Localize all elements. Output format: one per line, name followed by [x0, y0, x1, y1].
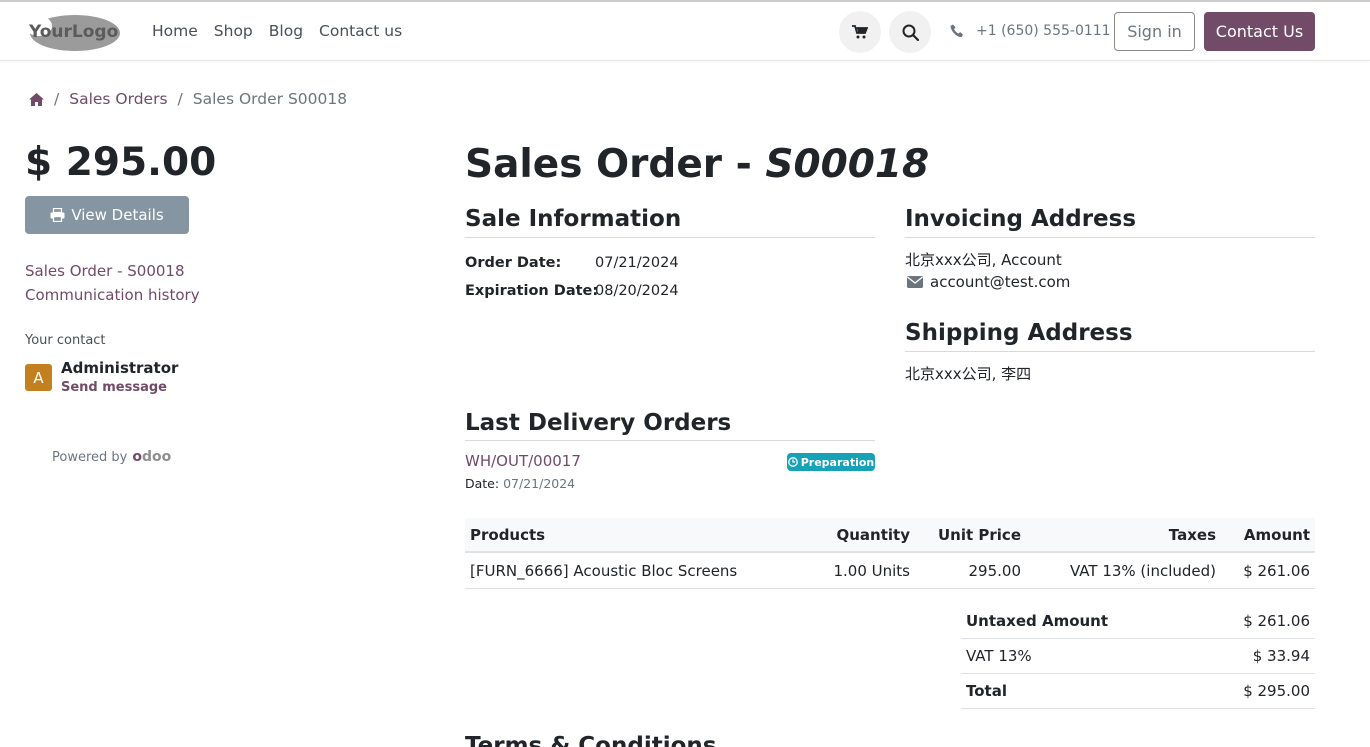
invoicing-address-heading: Invoicing Address — [905, 206, 1137, 232]
sale-information-heading: Sale Information — [465, 206, 682, 232]
your-contact-label: Your contact — [25, 333, 106, 348]
envelope-icon — [907, 276, 923, 288]
logo-text: YourLogo — [28, 22, 118, 42]
expiration-date-label: Expiration Date: — [465, 283, 599, 299]
odoo-logo: odoo — [132, 449, 171, 465]
vat-value: $ 33.94 — [1252, 647, 1310, 665]
order-date-value: 07/21/2024 — [595, 255, 679, 271]
untaxed-amount-row: Untaxed Amount $ 261.06 — [961, 604, 1315, 639]
powered-by-label: Powered by — [52, 449, 128, 465]
column-header-products: Products — [470, 526, 546, 544]
page-title: Sales Order - S00018 — [465, 142, 929, 187]
divider — [465, 237, 875, 238]
odoo-logo-accent: o — [132, 449, 142, 465]
total-label: Total — [966, 682, 1007, 700]
column-header-quantity: Quantity — [836, 526, 911, 544]
untaxed-amount-value: $ 261.06 — [1243, 612, 1310, 630]
table-row: [FURN_6666] Acoustic Bloc Screens 1.00 U… — [465, 553, 1315, 589]
divider — [465, 440, 875, 441]
contact-name: Administrator — [61, 359, 179, 377]
shipping-address-heading: Shipping Address — [905, 320, 1133, 346]
delivery-date-label: Date: — [465, 476, 500, 491]
untaxed-amount-label: Untaxed Amount — [966, 612, 1109, 630]
cell-taxes: VAT 13% (included) — [1069, 562, 1216, 580]
divider — [905, 351, 1315, 352]
total-value: $ 295.00 — [1243, 682, 1310, 700]
site-header: YourLogo Home Shop Blog Contact us +1 (6… — [0, 2, 1370, 61]
expiration-date-value: 08/20/2024 — [595, 283, 679, 299]
main-nav: Home Shop Blog Contact us — [152, 22, 402, 40]
phone-number: +1 (650) 555-0111 — [976, 23, 1111, 39]
invoicing-email-row: account@test.com — [907, 273, 1070, 291]
title-order-ref: S00018 — [765, 142, 930, 187]
breadcrumb-sales-orders[interactable]: Sales Orders — [69, 90, 167, 108]
contact-us-button[interactable]: Contact Us — [1204, 12, 1315, 51]
last-delivery-orders-heading: Last Delivery Orders — [465, 410, 732, 436]
sign-in-button[interactable]: Sign in — [1114, 12, 1195, 51]
powered-by[interactable]: Powered by odoo — [52, 449, 171, 465]
table-header: Products Quantity Unit Price Taxes Amoun… — [465, 518, 1315, 553]
send-message-link[interactable]: Send message — [61, 380, 167, 395]
delivery-date-row: Date: 07/21/2024 — [465, 476, 575, 491]
delivery-order-link[interactable]: WH/OUT/00017 — [465, 452, 581, 470]
column-header-amount: Amount — [1243, 526, 1310, 544]
odoo-logo-rest: doo — [141, 449, 172, 465]
delivery-date-value: 07/21/2024 — [503, 476, 576, 491]
vat-label: VAT 13% — [966, 647, 1032, 665]
nav-home[interactable]: Home — [152, 22, 198, 40]
nav-contact[interactable]: Contact us — [319, 22, 402, 40]
title-prefix: Sales Order - — [465, 142, 766, 187]
breadcrumb-current: Sales Order S00018 — [192, 90, 348, 108]
shipping-name: 北京xxx公司, 李四 — [905, 365, 1032, 383]
order-amount: $ 295.00 — [25, 140, 217, 185]
terms-conditions-heading: Terms & Conditions — [465, 733, 717, 747]
cell-quantity: 1.00 Units — [833, 562, 910, 580]
order-date-label: Order Date: — [465, 255, 562, 271]
cart-button[interactable] — [839, 11, 881, 53]
column-header-taxes: Taxes — [1168, 526, 1216, 544]
logo[interactable]: YourLogo — [25, 12, 121, 52]
breadcrumb-separator: / — [54, 90, 60, 108]
breadcrumb-separator: / — [177, 90, 183, 108]
search-button[interactable] — [889, 11, 931, 53]
column-header-unit-price: Unit Price — [938, 526, 1021, 544]
phone-contact[interactable]: +1 (650) 555-0111 — [950, 23, 1111, 39]
nav-shop[interactable]: Shop — [214, 22, 253, 40]
phone-icon — [950, 24, 963, 38]
cell-amount: $ 261.06 — [1243, 562, 1310, 580]
view-details-label: View Details — [71, 206, 164, 224]
nav-blog[interactable]: Blog — [269, 22, 303, 40]
cart-icon — [852, 25, 868, 39]
invoicing-name: 北京xxx公司, Account — [905, 251, 1062, 269]
cell-product: [FURN_6666] Acoustic Bloc Screens — [470, 562, 738, 580]
sidebar-link-order[interactable]: Sales Order - S00018 — [25, 262, 185, 280]
total-row: Total $ 295.00 — [961, 674, 1315, 709]
clock-icon — [787, 457, 798, 467]
status-badge-label: Preparation — [800, 455, 875, 469]
avatar: A — [25, 364, 52, 391]
view-details-button[interactable]: View Details — [25, 196, 189, 234]
print-icon — [50, 208, 65, 222]
search-icon — [902, 24, 919, 41]
sidebar-link-history[interactable]: Communication history — [25, 286, 200, 304]
cell-unit-price: 295.00 — [968, 562, 1022, 580]
invoicing-email: account@test.com — [930, 273, 1071, 291]
divider — [905, 237, 1315, 238]
breadcrumb: / Sales Orders / Sales Order S00018 — [29, 90, 347, 108]
status-badge: Preparation — [787, 453, 875, 471]
home-icon[interactable] — [29, 92, 44, 106]
vat-row: VAT 13% $ 33.94 — [961, 639, 1315, 674]
